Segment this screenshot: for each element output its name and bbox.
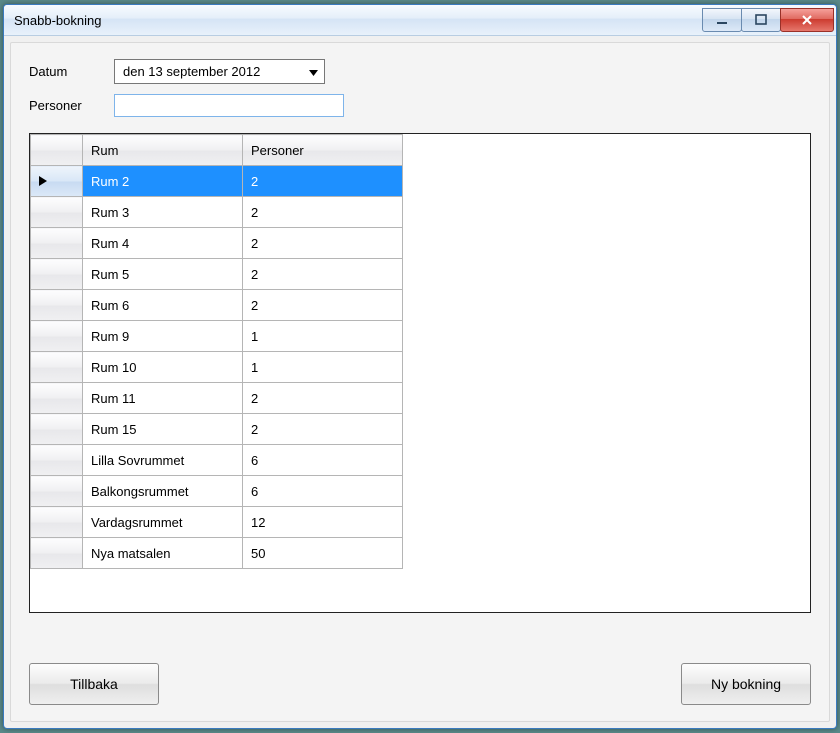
table-row[interactable]: Rum 91 [31, 321, 403, 352]
table-row[interactable]: Rum 52 [31, 259, 403, 290]
client-area: Datum den 13 september 2012 Personer [10, 42, 830, 722]
dialog-window: Snabb-bokning Datum den 13 september 201… [3, 4, 837, 729]
grid-corner-cell[interactable] [31, 135, 83, 166]
current-row-icon [39, 174, 47, 189]
cell-room[interactable]: Nya matsalen [83, 538, 243, 569]
cell-room[interactable]: Rum 3 [83, 197, 243, 228]
persons-row: Personer [29, 94, 811, 117]
table-row[interactable]: Rum 112 [31, 383, 403, 414]
row-header-cell[interactable] [31, 197, 83, 228]
cell-room[interactable]: Rum 4 [83, 228, 243, 259]
rooms-grid[interactable]: Rum Personer Rum 22Rum 32Rum 42Rum 52Rum… [29, 133, 811, 613]
close-icon [800, 14, 814, 26]
table-row[interactable]: Rum 32 [31, 197, 403, 228]
row-header-cell[interactable] [31, 228, 83, 259]
date-row: Datum den 13 september 2012 [29, 59, 811, 84]
grid-header-row: Rum Personer [31, 135, 403, 166]
cell-room[interactable]: Rum 2 [83, 166, 243, 197]
table-row[interactable]: Rum 62 [31, 290, 403, 321]
table-row[interactable]: Nya matsalen50 [31, 538, 403, 569]
row-header-cell[interactable] [31, 445, 83, 476]
cell-persons[interactable]: 2 [243, 197, 403, 228]
persons-input[interactable] [114, 94, 344, 117]
cell-room[interactable]: Balkongsrummet [83, 476, 243, 507]
cell-persons[interactable]: 50 [243, 538, 403, 569]
cell-persons[interactable]: 2 [243, 259, 403, 290]
cell-room[interactable]: Vardagsrummet [83, 507, 243, 538]
row-header-cell[interactable] [31, 166, 83, 197]
date-picker[interactable]: den 13 september 2012 [114, 59, 325, 84]
date-value: den 13 september 2012 [123, 64, 260, 79]
cell-room[interactable]: Rum 5 [83, 259, 243, 290]
minimize-icon [716, 14, 728, 26]
table-row[interactable]: Balkongsrummet6 [31, 476, 403, 507]
row-header-cell[interactable] [31, 290, 83, 321]
column-header-room[interactable]: Rum [83, 135, 243, 166]
minimize-button[interactable] [702, 8, 742, 32]
row-header-cell[interactable] [31, 507, 83, 538]
maximize-button[interactable] [741, 8, 781, 32]
window-title: Snabb-bokning [14, 13, 101, 28]
row-header-cell[interactable] [31, 321, 83, 352]
titlebar[interactable]: Snabb-bokning [4, 5, 836, 36]
row-header-cell[interactable] [31, 476, 83, 507]
chevron-down-icon [309, 64, 318, 79]
cell-persons[interactable]: 2 [243, 166, 403, 197]
table-row[interactable]: Vardagsrummet12 [31, 507, 403, 538]
cell-persons[interactable]: 2 [243, 228, 403, 259]
cell-persons[interactable]: 2 [243, 290, 403, 321]
cell-room[interactable]: Rum 10 [83, 352, 243, 383]
row-header-cell[interactable] [31, 352, 83, 383]
table-row[interactable]: Rum 22 [31, 166, 403, 197]
column-header-persons[interactable]: Personer [243, 135, 403, 166]
cell-room[interactable]: Rum 11 [83, 383, 243, 414]
table-row[interactable]: Rum 101 [31, 352, 403, 383]
dialog-footer: Tillbaka Ny bokning [29, 649, 811, 705]
persons-label: Personer [29, 98, 114, 113]
cell-room[interactable]: Rum 6 [83, 290, 243, 321]
cell-room[interactable]: Rum 15 [83, 414, 243, 445]
table-row[interactable]: Lilla Sovrummet6 [31, 445, 403, 476]
back-button[interactable]: Tillbaka [29, 663, 159, 705]
cell-persons[interactable]: 6 [243, 445, 403, 476]
cell-persons[interactable]: 6 [243, 476, 403, 507]
table-row[interactable]: Rum 42 [31, 228, 403, 259]
maximize-icon [755, 14, 767, 26]
new-booking-button[interactable]: Ny bokning [681, 663, 811, 705]
table-row[interactable]: Rum 152 [31, 414, 403, 445]
row-header-cell[interactable] [31, 383, 83, 414]
cell-persons[interactable]: 12 [243, 507, 403, 538]
window-controls [703, 9, 834, 31]
cell-persons[interactable]: 1 [243, 321, 403, 352]
cell-room[interactable]: Lilla Sovrummet [83, 445, 243, 476]
row-header-cell[interactable] [31, 538, 83, 569]
cell-persons[interactable]: 2 [243, 414, 403, 445]
close-button[interactable] [780, 8, 834, 32]
date-label: Datum [29, 64, 114, 79]
cell-persons[interactable]: 2 [243, 383, 403, 414]
cell-room[interactable]: Rum 9 [83, 321, 243, 352]
cell-persons[interactable]: 1 [243, 352, 403, 383]
row-header-cell[interactable] [31, 414, 83, 445]
row-header-cell[interactable] [31, 259, 83, 290]
